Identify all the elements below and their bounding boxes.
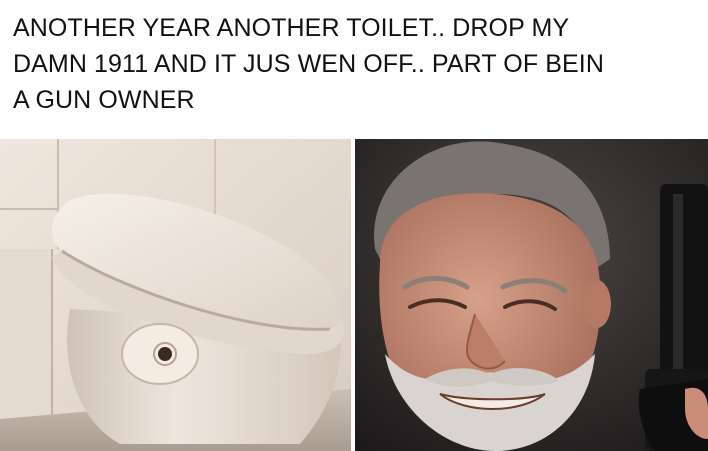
caption-line-2: DAMN 1911 AND IT JUS WEN OFF.. PART OF B… [13, 50, 604, 78]
caption-line-3: A GUN OWNER [13, 86, 195, 114]
meme-post: ANOTHER YEAR ANOTHER TOILET.. DROP MY DA… [0, 0, 708, 451]
toilet-photo [0, 139, 351, 451]
meme-caption: ANOTHER YEAR ANOTHER TOILET.. DROP MY DA… [13, 10, 693, 118]
man-illustration [355, 139, 708, 451]
caption-line-1: ANOTHER YEAR ANOTHER TOILET.. DROP MY [13, 14, 570, 42]
toilet-illustration [0, 139, 351, 451]
bullet-hole [158, 347, 172, 361]
man-with-pistol-photo [355, 139, 708, 451]
side-cabinet [0, 249, 52, 419]
